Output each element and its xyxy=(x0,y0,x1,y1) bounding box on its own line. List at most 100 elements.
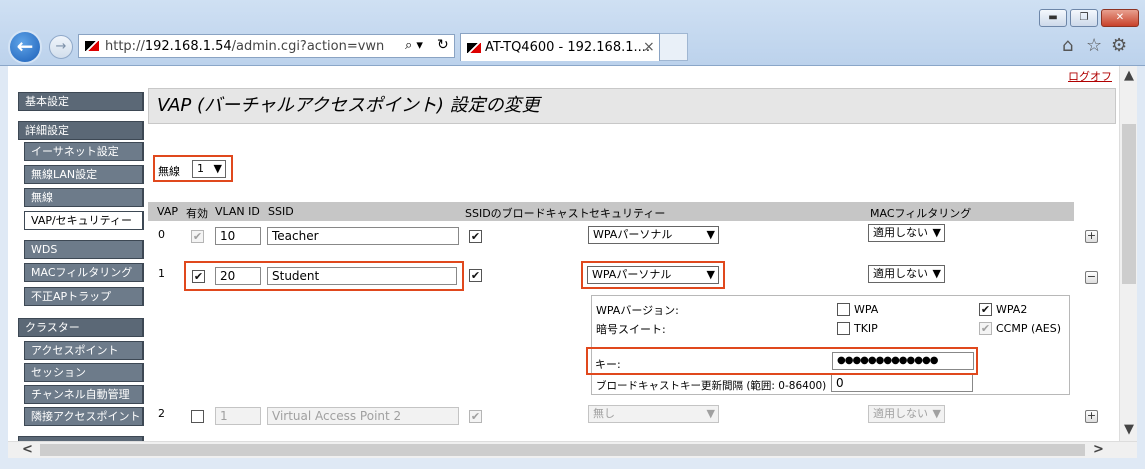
sidebar-item-neighbor-ap[interactable]: 隣接アクセスポイント xyxy=(24,407,144,426)
sidebar-item-mac-filtering[interactable]: MACフィルタリング xyxy=(24,263,144,282)
radio-label: 無線 xyxy=(158,165,180,178)
search-dropdown-icon[interactable]: ⌕ ▾ xyxy=(405,38,423,53)
favorites-star-icon[interactable]: ☆ xyxy=(1086,35,1102,56)
sidebar-item-ethernet[interactable]: イーサネット設定 xyxy=(24,142,144,161)
broadcast-checkbox-2[interactable]: ✔ xyxy=(469,410,482,423)
minimize-icon: ▬ xyxy=(1048,12,1058,23)
key-input[interactable]: ●●●●●●●●●●●●● xyxy=(832,352,974,370)
vlan-input-2[interactable]: 1 xyxy=(215,407,261,425)
chevron-down-icon: ▼ xyxy=(932,267,941,280)
chevron-down-icon: ▼ xyxy=(932,407,941,420)
chevron-down-icon: ▼ xyxy=(213,162,222,175)
enabled-checkbox-1[interactable]: ✔ xyxy=(192,270,205,283)
settings-gear-icon[interactable]: ⚙ xyxy=(1111,35,1127,56)
page-title: VAP (バーチャルアクセスポイント) 設定の変更 xyxy=(148,88,1116,124)
vap-number: 0 xyxy=(158,228,165,241)
sidebar-item-rogue-ap[interactable]: 不正APトラップ xyxy=(24,287,144,306)
col-vlan-id: VLAN ID xyxy=(215,205,260,218)
chevron-down-icon: ▼ xyxy=(706,228,715,241)
sidebar-item-wireless-lan[interactable]: 無線LAN設定 xyxy=(24,165,144,184)
key-label: キー: xyxy=(595,358,621,371)
scroll-right-icon[interactable]: > xyxy=(1093,442,1104,457)
security-select-2[interactable]: 無し ▼ xyxy=(588,405,719,423)
broadcast-checkbox-0[interactable]: ✔ xyxy=(469,230,482,243)
close-icon: ✕ xyxy=(1115,12,1125,23)
ssid-input-0[interactable]: Teacher xyxy=(267,227,459,245)
enabled-checkbox-0[interactable]: ✔ xyxy=(191,230,204,243)
sidebar-item-advanced-settings[interactable]: 詳細設定 xyxy=(18,121,144,140)
sidebar-item-cluster[interactable]: クラスター xyxy=(18,318,144,337)
wpa2-label: WPA2 xyxy=(996,303,1028,316)
site-logo-icon xyxy=(85,41,99,51)
refresh-icon[interactable]: ↻ xyxy=(437,37,449,53)
scroll-up-icon[interactable]: ▲ xyxy=(1124,68,1134,83)
back-button[interactable]: ← xyxy=(8,30,42,64)
col-vap: VAP xyxy=(157,205,178,218)
logout-link[interactable]: ログオフ xyxy=(1068,68,1112,84)
sidebar-item-vap-security[interactable]: VAP/セキュリティー xyxy=(24,211,144,230)
key-row-highlight: キー: ●●●●●●●●●●●●● xyxy=(586,347,978,375)
expand-plus-icon[interactable]: + xyxy=(1085,410,1098,423)
col-mac-filtering: MACフィルタリング xyxy=(870,207,972,220)
forward-button[interactable]: → xyxy=(49,35,73,59)
close-window-button[interactable]: ✕ xyxy=(1101,9,1139,27)
minimize-button[interactable]: ▬ xyxy=(1039,9,1067,27)
scroll-left-icon[interactable]: < xyxy=(22,442,33,457)
enabled-checkbox-2[interactable] xyxy=(191,410,204,423)
vertical-scrollbar[interactable]: ▲ ▼ xyxy=(1119,66,1137,441)
col-enabled: 有効 xyxy=(186,207,208,220)
wpa2-checkbox[interactable]: ✔ xyxy=(979,303,992,316)
chevron-down-icon: ▼ xyxy=(932,226,941,239)
col-broadcast: SSIDのブロードキャスト xyxy=(465,207,590,220)
security-highlight: WPAパーソナル ▼ xyxy=(581,261,725,289)
ssid-input-1[interactable]: Student xyxy=(267,267,457,285)
ssid-input-2[interactable]: Virtual Access Point 2 xyxy=(267,407,459,425)
vap-table-header: VAP 有効 VLAN ID SSID SSIDのブロードキャスト セキュリティ… xyxy=(148,202,1074,221)
broadcast-checkbox-1[interactable]: ✔ xyxy=(469,269,482,282)
mac-filter-select-2[interactable]: 適用しない ▼ xyxy=(868,405,945,423)
vertical-scroll-thumb[interactable] xyxy=(1122,124,1136,284)
expand-plus-icon[interactable]: + xyxy=(1085,230,1098,243)
ccmp-label: CCMP (AES) xyxy=(996,322,1062,335)
chevron-down-icon: ▼ xyxy=(706,268,715,281)
maximize-button[interactable]: ❐ xyxy=(1070,9,1098,27)
tab-at-tq4600[interactable]: AT-TQ4600 - 192.168.1.... × xyxy=(460,33,660,61)
security-select-0[interactable]: WPAパーソナル ▼ xyxy=(588,226,719,244)
tkip-checkbox[interactable] xyxy=(837,322,850,335)
col-security: セキュリティー xyxy=(589,207,666,220)
tab-title: AT-TQ4600 - 192.168.1.... xyxy=(485,40,651,55)
sidebar-item-access-points[interactable]: アクセスポイント xyxy=(24,341,144,360)
maximize-icon: ❐ xyxy=(1079,12,1089,23)
vap-number: 1 xyxy=(158,267,165,280)
ccmp-checkbox[interactable]: ✔ xyxy=(979,322,992,335)
rekey-interval-input[interactable]: 0 xyxy=(831,374,973,392)
scroll-down-icon[interactable]: ▼ xyxy=(1124,422,1134,437)
wpa-checkbox[interactable] xyxy=(837,303,850,316)
tab-close-icon[interactable]: × xyxy=(643,39,655,55)
tab-favicon-icon xyxy=(467,43,481,53)
sidebar-item-sessions[interactable]: セッション xyxy=(24,363,144,382)
horizontal-scroll-thumb[interactable] xyxy=(40,444,1085,456)
wpa-settings-panel: WPAバージョン: WPA ✔ WPA2 暗号スイート: TKIP ✔ CCMP… xyxy=(591,295,1070,395)
horizontal-scrollbar[interactable]: < > xyxy=(8,441,1137,458)
security-select-1[interactable]: WPAパーソナル ▼ xyxy=(587,266,719,284)
address-bar[interactable]: http://192.168.1.54/admin.cgi?action=vwn… xyxy=(78,34,455,58)
mac-filter-select-1[interactable]: 適用しない ▼ xyxy=(868,265,945,283)
vlan-input-0[interactable]: 10 xyxy=(215,227,261,245)
wpa-version-label: WPAバージョン: xyxy=(596,304,679,317)
new-tab-button[interactable] xyxy=(660,33,688,61)
home-icon[interactable]: ⌂ xyxy=(1062,35,1073,56)
radio-select[interactable]: 1 ▼ xyxy=(192,160,226,178)
collapse-minus-icon[interactable]: − xyxy=(1085,271,1098,284)
vlan-input-1[interactable]: 20 xyxy=(215,267,261,285)
address-url: http://192.168.1.54/admin.cgi?action=vwn xyxy=(105,39,385,54)
page-content: ログオフ 基本設定 詳細設定 イーサネット設定 無線LAN設定 無線 VAP/セ… xyxy=(8,66,1119,441)
tkip-label: TKIP xyxy=(854,322,878,335)
sidebar-item-channel-management[interactable]: チャンネル自動管理 xyxy=(24,385,144,404)
mac-filter-select-0[interactable]: 適用しない ▼ xyxy=(868,224,945,242)
sidebar-item-basic-settings[interactable]: 基本設定 xyxy=(18,92,144,111)
row1-highlight: ✔ 20 Student xyxy=(184,261,464,291)
sidebar-item-radio[interactable]: 無線 xyxy=(24,188,144,207)
vap-number: 2 xyxy=(158,407,165,420)
sidebar-item-wds[interactable]: WDS xyxy=(24,240,144,259)
